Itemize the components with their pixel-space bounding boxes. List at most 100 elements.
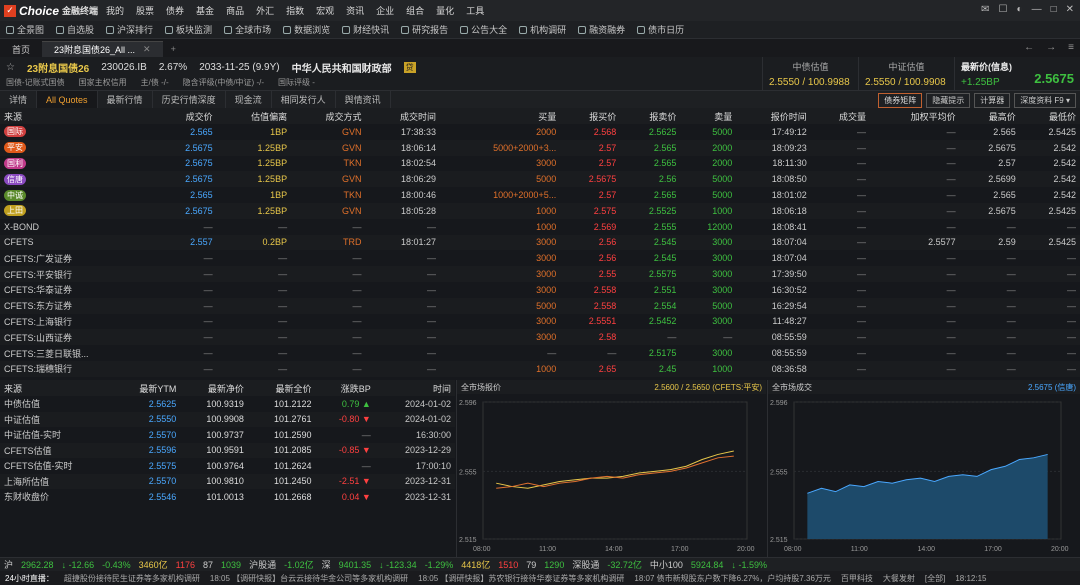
column-header[interactable]: 报价时间 bbox=[736, 108, 811, 124]
table-row[interactable]: CFETS:山西证券 — — — —3000 2.58— —08:55:59— — — — bbox=[0, 329, 1080, 346]
tab-bond[interactable]: 23附息国债26_All ... ✕ bbox=[42, 41, 163, 57]
toolbar-item[interactable]: 公告大全 bbox=[454, 23, 513, 36]
app-logo[interactable]: ✓ Choice 金融终端 bbox=[0, 0, 100, 21]
toolbar-item[interactable]: 全景图 bbox=[0, 23, 50, 36]
add-tab-icon[interactable]: + bbox=[163, 41, 184, 57]
menu-item[interactable]: 我的 bbox=[100, 4, 130, 17]
column-header[interactable]: 最低价 bbox=[1019, 108, 1080, 124]
menu-item[interactable]: 股票 bbox=[130, 4, 160, 17]
forward-icon[interactable]: → bbox=[1046, 42, 1056, 53]
news-item[interactable]: 百甲科技 bbox=[836, 573, 878, 584]
table-row[interactable]: CFETS估值-实时 2.5575 100.9764 101.2624 — 17:00:1… bbox=[0, 458, 455, 474]
column-header[interactable]: 成交价 bbox=[156, 108, 217, 124]
table-row[interactable]: 信唐 2.5675 1.25BP GVN 18:06:29 5000 2.5675 2.56 5… bbox=[0, 171, 1080, 188]
menu-item[interactable]: 外汇 bbox=[250, 4, 280, 17]
news-item[interactable]: 24小时直播： bbox=[0, 573, 59, 584]
menu-item[interactable]: 组合 bbox=[400, 4, 430, 17]
table-row[interactable]: 上海所估值 2.5570 100.9810 101.2450 -2.51 ▼ 2023-1… bbox=[0, 473, 455, 489]
toolbar-button[interactable]: 隐藏提示 bbox=[926, 93, 971, 108]
toolbar-item[interactable]: 自选股 bbox=[50, 23, 100, 36]
column-header[interactable]: 估值偏离 bbox=[216, 108, 292, 124]
toolbar-item[interactable]: 研究报告 bbox=[395, 23, 454, 36]
column-header[interactable]: 最新全价 bbox=[247, 380, 316, 396]
table-row[interactable]: 中诚 2.565 1BP TKN 18:00:46 1000+2000+5... 2.57 2… bbox=[0, 187, 1080, 203]
table-row[interactable]: 中证估值 2.5550 100.9908 101.2761 -0.80 ▼ 2024-01… bbox=[0, 411, 455, 427]
subtab[interactable]: All Quotes bbox=[37, 91, 98, 108]
table-row[interactable]: 东财收盘价 2.5546 101.0013 101.2668 0.04 ▼ 2023-12… bbox=[0, 489, 455, 505]
news-item[interactable]: 18:05 【调研快报】苏农银行接待华泰证券等多家机构调研 bbox=[413, 573, 629, 584]
subtab[interactable]: 现金流 bbox=[226, 91, 272, 108]
menu-item[interactable]: 指数 bbox=[280, 4, 310, 17]
menu-item[interactable]: 工具 bbox=[460, 4, 490, 17]
message-icon[interactable]: ✉ bbox=[981, 4, 989, 15]
menu-item[interactable]: 商品 bbox=[220, 4, 250, 17]
menu-item[interactable]: 宏观 bbox=[310, 4, 340, 17]
table-row[interactable]: CFETS:东方证券 — — — —5000 2.558 2.554 5000 16:29:54… bbox=[0, 297, 1080, 314]
table-row[interactable]: 国利 2.5675 1.25BP TKN 18:02:54 3000 2.57 2.565 20… bbox=[0, 156, 1080, 172]
table-row[interactable]: 上田 2.5675 1.25BP GVN 18:05:28 1000 2.575 2.5525… bbox=[0, 202, 1080, 219]
column-header[interactable]: 报买价 bbox=[560, 108, 621, 124]
column-header[interactable]: 时间 bbox=[374, 380, 455, 396]
table-row[interactable]: CFETS:广发证券 — — — — 3000 2.56 2.545 3000 18:07:04 —… bbox=[0, 250, 1080, 266]
toolbar-button[interactable]: 债券矩阵 bbox=[878, 93, 923, 108]
toolbar-item[interactable]: 机构调研 bbox=[513, 23, 572, 36]
news-item[interactable]: 超捷股份接待民生证券等多家机构调研 bbox=[59, 573, 205, 584]
column-header[interactable]: 成交方式 bbox=[291, 108, 366, 124]
table-row[interactable]: CFETS 2.557 0.2BP TRD 18:01:27 3000 2.56 2.545 3… bbox=[0, 234, 1080, 251]
column-header[interactable]: 来源 bbox=[0, 108, 157, 124]
table-row[interactable]: CFETS:瑞穗银行 — — — —1000 2.65 2.45 1000 08:36:58— —… bbox=[0, 360, 1080, 377]
column-header[interactable]: 成交量 bbox=[810, 108, 870, 124]
news-item[interactable]: [全部] bbox=[920, 573, 950, 584]
toolbar-item[interactable]: 财经快讯 bbox=[336, 23, 395, 36]
back-icon[interactable]: ← bbox=[1024, 42, 1034, 53]
menu-icon[interactable]: ≡ bbox=[1068, 42, 1074, 53]
table-row[interactable]: CFETS:平安银行 — — — —3000 2.55 2.5575 3000 17:39:50… bbox=[0, 266, 1080, 282]
notify-icon[interactable]: ☐ bbox=[999, 4, 1008, 15]
table-row[interactable]: CFETS:华泰证券 — — — — 3000 2.558 2.551 3000 16:30:52… bbox=[0, 282, 1080, 298]
column-header[interactable]: 最新净价 bbox=[180, 380, 248, 396]
subtab[interactable]: 最新行情 bbox=[98, 91, 153, 108]
minimize-icon[interactable]: — bbox=[1032, 4, 1042, 15]
close-tab-icon[interactable]: ✕ bbox=[143, 44, 151, 55]
toolbar-item[interactable]: 数据浏览 bbox=[277, 23, 336, 36]
close-icon[interactable]: ✕ bbox=[1066, 4, 1074, 15]
tab-home[interactable]: 首页 bbox=[0, 41, 42, 57]
column-header[interactable]: 买量 bbox=[439, 108, 561, 124]
column-header[interactable]: 报卖价 bbox=[620, 108, 681, 124]
column-header[interactable]: 来源 bbox=[0, 380, 114, 396]
menu-item[interactable]: 基金 bbox=[190, 4, 220, 17]
menu-item[interactable]: 债券 bbox=[160, 4, 190, 17]
subtab[interactable]: 历史行情深度 bbox=[153, 91, 226, 108]
maximize-icon[interactable]: □ bbox=[1051, 4, 1057, 15]
table-row[interactable]: CFETS估值 2.5596 100.9591 101.2085 -0.85 ▼ 2023… bbox=[0, 442, 455, 458]
toolbar-button[interactable]: 计算器 bbox=[974, 93, 1011, 108]
table-row[interactable]: CFETS:上海银行 — — — — 3000 2.5551 2.5452 3000 11:48:… bbox=[0, 314, 1080, 330]
news-item[interactable]: 18:07 债市新规股东户数下降6.27%，户均持股7.36万元 bbox=[629, 573, 836, 584]
toolbar-item[interactable]: 债市日历 bbox=[631, 23, 690, 36]
toolbar-item[interactable]: 板块监测 bbox=[159, 23, 218, 36]
column-header[interactable]: 涨跌BP bbox=[315, 380, 375, 396]
news-item[interactable]: 18:05 【调研快报】台云云接待华金公司等多家机构调研 bbox=[205, 573, 413, 584]
table-row[interactable]: 平安 2.5675 1.25BP GVN 18:06:14 5000+2000+3... 2… bbox=[0, 139, 1080, 156]
menu-item[interactable]: 资讯 bbox=[340, 4, 370, 17]
table-row[interactable]: 国际 2.565 1BP GVN 17:38:33 2000 2.568 2.5625 5000… bbox=[0, 124, 1080, 140]
column-header[interactable]: 加权平均价 bbox=[869, 108, 960, 124]
column-header[interactable]: 最新YTM bbox=[113, 380, 181, 396]
table-row[interactable]: X-BOND — — — — 1000 2.569 2.555 12000 18:08:41 — — —… bbox=[0, 219, 1080, 235]
table-row[interactable]: CFETS:三菱日联银... — — — — — — 2.5175 3000 08:55:59 — —… bbox=[0, 345, 1080, 361]
table-row[interactable]: 中债估值 2.5625 100.9319 101.2122 0.79 ▲ 2024-01-… bbox=[0, 396, 455, 412]
toolbar-item[interactable]: 全球市场 bbox=[218, 23, 277, 36]
column-header[interactable]: 最高价 bbox=[959, 108, 1020, 124]
subtab[interactable]: 舆情资讯 bbox=[336, 91, 391, 108]
column-header[interactable]: 成交时间 bbox=[365, 108, 440, 124]
favorite-star-icon[interactable]: ☆ bbox=[6, 62, 15, 73]
menu-item[interactable]: 量化 bbox=[430, 4, 460, 17]
toolbar-button[interactable]: 深度资料 F9 ▾ bbox=[1014, 93, 1076, 108]
skin-icon[interactable]: ◐ bbox=[1017, 4, 1023, 15]
toolbar-item[interactable]: 沪深排行 bbox=[100, 23, 159, 36]
subtab[interactable]: 详情 bbox=[0, 91, 38, 108]
news-item[interactable]: 18:12:15 bbox=[950, 574, 991, 583]
menu-item[interactable]: 企业 bbox=[370, 4, 400, 17]
news-item[interactable]: 大餐发射 bbox=[878, 573, 920, 584]
table-row[interactable]: 中证估值-实时 2.5570 100.9737 101.2590 — 16:30:00 bbox=[0, 427, 455, 443]
